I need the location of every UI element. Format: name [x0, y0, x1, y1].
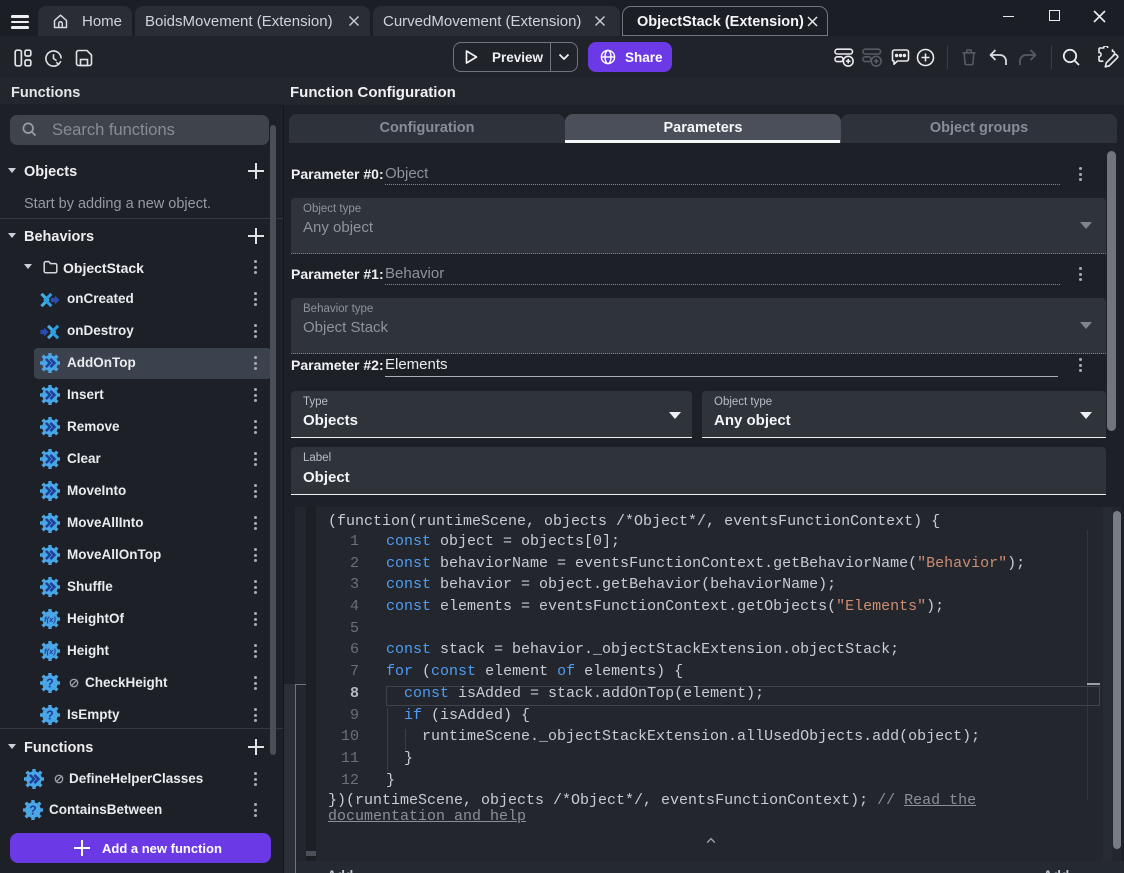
svg-text:f(x): f(x) [44, 615, 56, 624]
svg-text:?: ? [29, 803, 37, 817]
svg-text:f(x): f(x) [44, 647, 56, 656]
svg-text:?: ? [46, 676, 54, 690]
svg-text:?: ? [46, 708, 54, 722]
